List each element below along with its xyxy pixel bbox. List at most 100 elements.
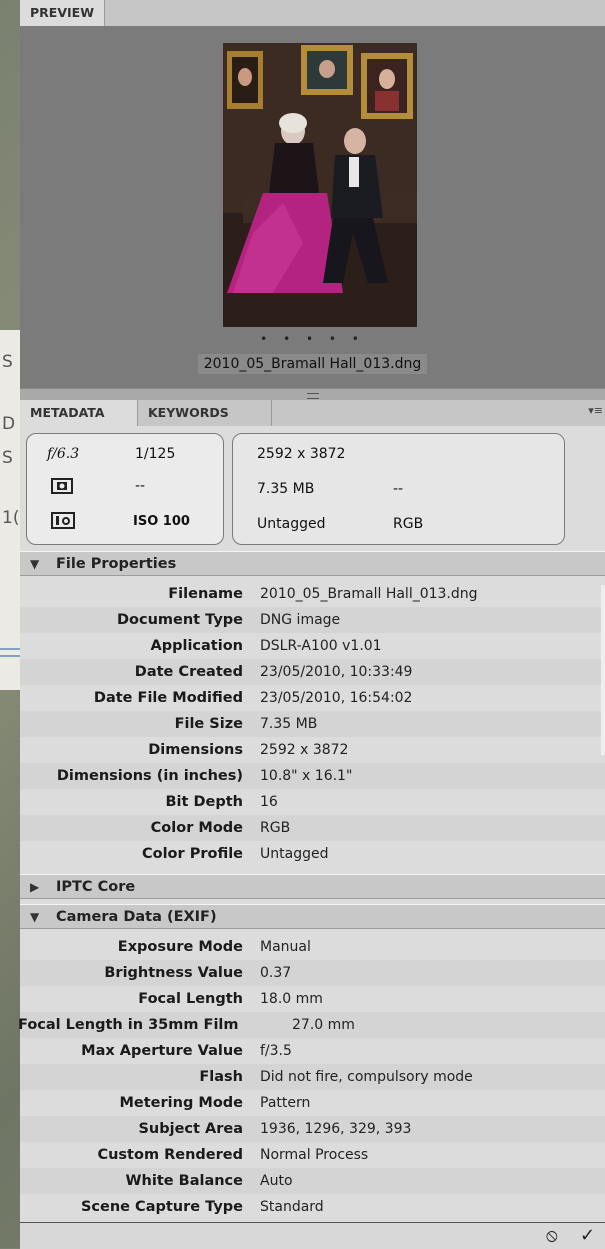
aperture-value: 𝑓/6.3 — [47, 446, 80, 462]
metadata-key: Custom Rendered — [97, 1147, 243, 1163]
camera-icon — [51, 512, 75, 533]
shutter-value: 1/125 — [135, 446, 176, 462]
file-summary-box: 2592 x 3872 7.35 MB -- Untagged RGB — [232, 433, 565, 545]
metadata-footer: ⦸ ✓ — [20, 1222, 605, 1249]
metadata-key: Filename — [168, 586, 243, 602]
metadata-key: White Balance — [125, 1173, 243, 1189]
metadata-row: Application DSLR-A100 v1.01 — [20, 633, 605, 659]
photo-illustration — [223, 43, 417, 327]
metering-value: -- — [135, 478, 146, 494]
background-divider — [0, 648, 20, 650]
metadata-row: Subject Area 1936, 1296, 329, 393 — [20, 1116, 605, 1142]
metadata-row: Color Mode RGB — [20, 815, 605, 841]
metadata-key: Color Profile — [141, 846, 243, 862]
metadata-row: Focal Length 18.0 mm — [20, 986, 605, 1012]
background-text: D — [2, 414, 16, 434]
metadata-value[interactable]: Standard — [260, 1194, 324, 1220]
background-window: S D S 1( — [0, 330, 20, 690]
metadata-key: Focal Length in 35mm Film — [18, 1017, 239, 1033]
metadata-key: Date Created — [134, 664, 243, 680]
metadata-key: Bit Depth — [165, 794, 243, 810]
metadata-value[interactable]: DNG image — [260, 607, 340, 633]
summary-file-size: 7.35 MB — [257, 481, 315, 497]
metadata-row: Scene Capture Type Standard — [20, 1194, 605, 1220]
metadata-key: Focal Length — [138, 991, 243, 1007]
section-file-properties[interactable]: ▼ File Properties — [20, 551, 605, 576]
metadata-value[interactable]: RGB — [260, 815, 290, 841]
tab-preview[interactable]: PREVIEW — [20, 0, 105, 27]
camera-summary-box: 𝑓/6.3 1/125 -- ISO 100 — [26, 433, 224, 545]
preview-area: • • • • • 2010_05_Bramall Hall_013.dng — [20, 26, 605, 388]
metadata-value[interactable]: 16 — [260, 789, 278, 815]
section-camera-data[interactable]: ▼ Camera Data (EXIF) — [20, 904, 605, 929]
cancel-icon[interactable]: ⦸ — [546, 1225, 558, 1246]
metadata-value[interactable]: Untagged — [260, 841, 328, 867]
metadata-summary: 𝑓/6.3 1/125 -- ISO 100 2592 x 3872 7.35 … — [20, 426, 605, 550]
metadata-value[interactable]: Auto — [260, 1168, 293, 1194]
metadata-row: Date Created 23/05/2010, 10:33:49 — [20, 659, 605, 685]
metadata-value[interactable]: 7.35 MB — [260, 711, 317, 737]
metadata-value[interactable]: 18.0 mm — [260, 986, 323, 1012]
metadata-row: Metering Mode Pattern — [20, 1090, 605, 1116]
page-dots: • • • • • — [260, 332, 365, 346]
metadata-key: Dimensions — [148, 742, 243, 758]
metadata-value[interactable]: Manual — [260, 934, 311, 960]
tab-keywords[interactable]: KEYWORDS — [138, 400, 272, 426]
iso-value: ISO 100 — [133, 514, 190, 529]
metadata-key: Flash — [199, 1069, 243, 1085]
section-iptc-core[interactable]: ▶ IPTC Core — [20, 874, 605, 899]
metadata-value[interactable]: f/3.5 — [260, 1038, 292, 1064]
bridge-panel: PREVIEW • • • • • 2010_05_Bramall Hall_0… — [18, 0, 605, 1249]
metadata-key: Subject Area — [138, 1121, 243, 1137]
tab-metadata[interactable]: METADATA — [20, 400, 138, 427]
summary-file-size-extra: -- — [393, 481, 404, 497]
metadata-key: Metering Mode — [119, 1095, 243, 1111]
metadata-row: Filename 2010_05_Bramall Hall_013.dng — [20, 581, 605, 607]
metadata-row: Flash Did not fire, compulsory mode — [20, 1064, 605, 1090]
metadata-row: Brightness Value 0.37 — [20, 960, 605, 986]
metadata-value[interactable]: Pattern — [260, 1090, 310, 1116]
metadata-row: Date File Modified 23/05/2010, 16:54:02 — [20, 685, 605, 711]
metadata-row: White Balance Auto — [20, 1168, 605, 1194]
preview-filename-label: 2010_05_Bramall Hall_013.dng — [197, 354, 428, 374]
metadata-row: Max Aperture Value f/3.5 — [20, 1038, 605, 1064]
metadata-value[interactable]: 2010_05_Bramall Hall_013.dng — [260, 581, 478, 607]
metadata-value[interactable]: DSLR-A100 v1.01 — [260, 633, 382, 659]
metadata-value[interactable]: 27.0 mm — [292, 1012, 355, 1038]
metadata-value[interactable]: Normal Process — [260, 1142, 368, 1168]
metadata-key: Date File Modified — [93, 690, 243, 706]
metadata-row: Exposure Mode Manual — [20, 934, 605, 960]
expanded-triangle-icon: ▼ — [30, 910, 40, 924]
summary-color-profile: Untagged — [257, 516, 326, 532]
metadata-value[interactable]: 2592 x 3872 — [260, 737, 348, 763]
apply-icon[interactable]: ✓ — [580, 1225, 595, 1246]
expanded-triangle-icon: ▼ — [30, 557, 40, 571]
summary-color-mode: RGB — [393, 516, 424, 532]
metadata-key: Application — [150, 638, 244, 654]
metadata-key: Dimensions (in inches) — [56, 768, 243, 784]
scrollbar[interactable] — [601, 585, 605, 755]
metadata-key: Scene Capture Type — [80, 1199, 243, 1215]
background-divider — [0, 655, 20, 657]
metadata-key: Max Aperture Value — [81, 1043, 243, 1059]
metadata-value[interactable]: 23/05/2010, 16:54:02 — [260, 685, 412, 711]
preview-filename: 2010_05_Bramall Hall_013.dng — [20, 354, 605, 374]
background-text: 1( — [2, 508, 20, 528]
metadata-value[interactable]: 10.8" x 16.1" — [260, 763, 352, 789]
metadata-key: Exposure Mode — [117, 939, 243, 955]
panel-menu-icon[interactable]: ▾≡ — [588, 404, 603, 417]
metadata-key: File Size — [174, 716, 243, 732]
metadata-row: Custom Rendered Normal Process — [20, 1142, 605, 1168]
metadata-value[interactable]: 0.37 — [260, 960, 291, 986]
metadata-value[interactable]: 23/05/2010, 10:33:49 — [260, 659, 412, 685]
metadata-tabbar: METADATA KEYWORDS ▾≡ — [20, 400, 605, 427]
metadata-key: Document Type — [117, 612, 243, 628]
preview-image[interactable] — [223, 43, 417, 327]
metadata-row: Dimensions 2592 x 3872 — [20, 737, 605, 763]
background-text: S — [2, 448, 13, 468]
metadata-key: Color Mode — [150, 820, 243, 836]
preview-tabbar: PREVIEW — [20, 0, 605, 27]
metadata-value[interactable]: Did not fire, compulsory mode — [260, 1064, 473, 1090]
section-title: IPTC Core — [56, 879, 136, 895]
metadata-value[interactable]: 1936, 1296, 329, 393 — [260, 1116, 411, 1142]
